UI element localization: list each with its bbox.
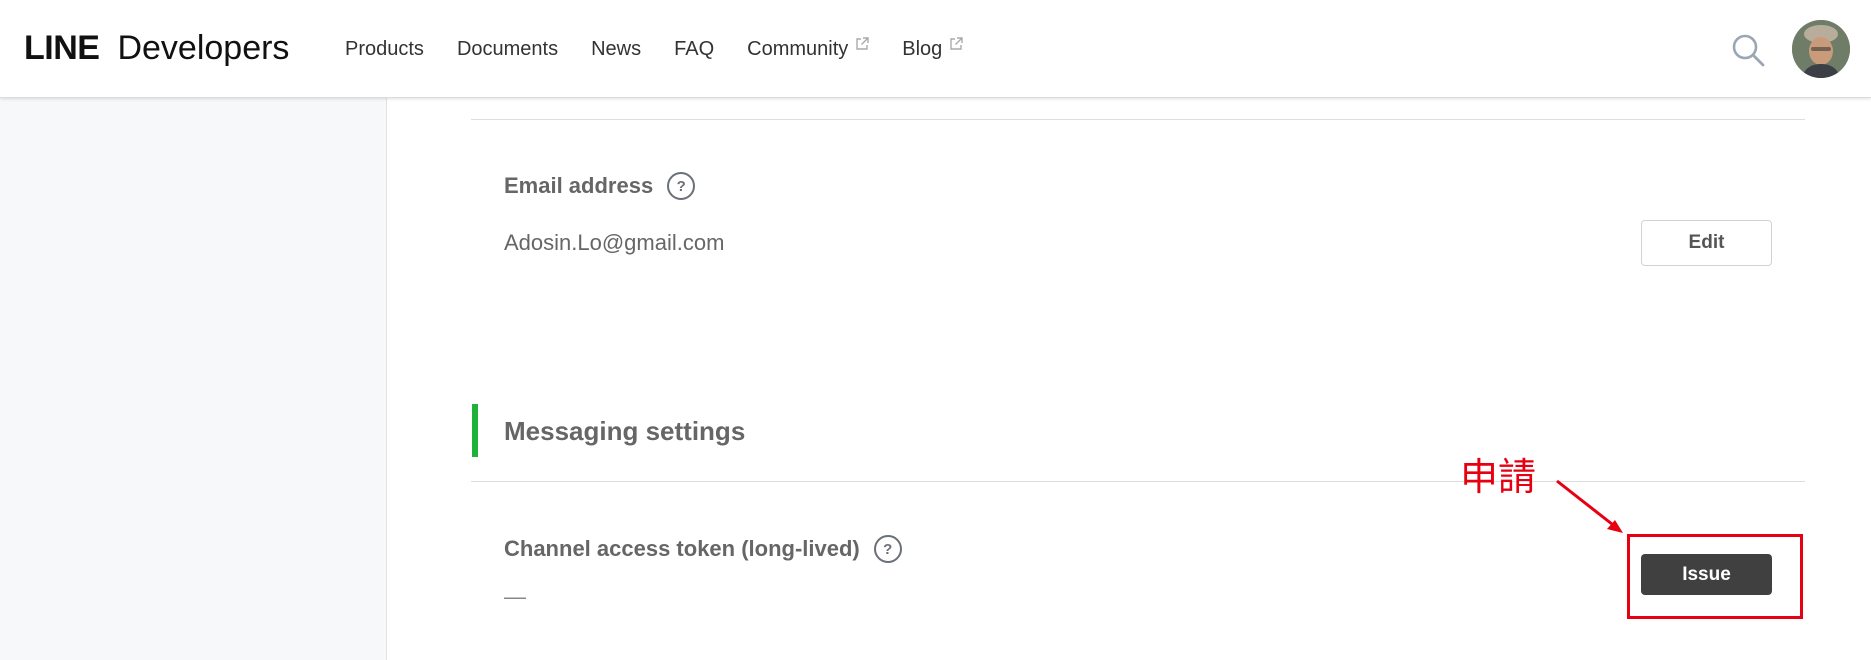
top-header: LINE Developers Products Documents News F…	[0, 0, 1871, 98]
email-label-text: Email address	[504, 173, 654, 198]
annotation-arrow-icon	[1556, 479, 1623, 533]
messaging-settings-title: Messaging settings	[504, 416, 746, 446]
help-icon[interactable]: ?	[667, 172, 696, 200]
section-accent-bar	[472, 404, 478, 457]
email-field-label: Email address ?	[504, 172, 696, 200]
channel-token-label: Channel access token (long-lived) ?	[504, 535, 902, 563]
nav-community[interactable]: Community	[747, 36, 869, 61]
nav-products[interactable]: Products	[345, 38, 424, 61]
edit-email-button[interactable]: Edit	[1641, 220, 1772, 266]
nav-faq-label: FAQ	[674, 38, 715, 60]
avatar-photo-icon	[1792, 20, 1850, 78]
search-icon[interactable]	[1730, 32, 1766, 68]
channel-token-value: —	[504, 584, 526, 609]
line-developers-logo[interactable]: LINE Developers	[24, 29, 289, 68]
nav-blog[interactable]: Blog	[902, 36, 963, 61]
help-icon[interactable]: ?	[873, 535, 902, 563]
main-nav: Products Documents News FAQ Community Bl…	[345, 36, 996, 61]
external-link-icon	[950, 36, 963, 50]
nav-documents-label: Documents	[456, 38, 559, 60]
left-sidebar	[0, 98, 387, 660]
nav-products-label: Products	[345, 38, 424, 60]
channel-token-label-text: Channel access token (long-lived)	[504, 536, 860, 561]
user-avatar[interactable]	[1792, 20, 1850, 78]
top-divider	[471, 119, 1805, 120]
nav-documents[interactable]: Documents	[457, 38, 558, 61]
email-value: Adosin.Lo@gmail.com	[504, 230, 725, 255]
annotation-text: 申請	[1460, 455, 1537, 499]
external-link-icon	[856, 36, 869, 50]
nav-news-label: News	[591, 38, 642, 60]
nav-community-label: Community	[747, 38, 849, 60]
logo-developers-text: Developers	[117, 29, 290, 67]
logo-line-text: LINE	[24, 29, 100, 67]
nav-blog-label: Blog	[902, 38, 943, 60]
nav-news[interactable]: News	[591, 38, 641, 61]
annotation-highlight-box	[1627, 534, 1803, 619]
nav-faq[interactable]: FAQ	[674, 38, 714, 61]
